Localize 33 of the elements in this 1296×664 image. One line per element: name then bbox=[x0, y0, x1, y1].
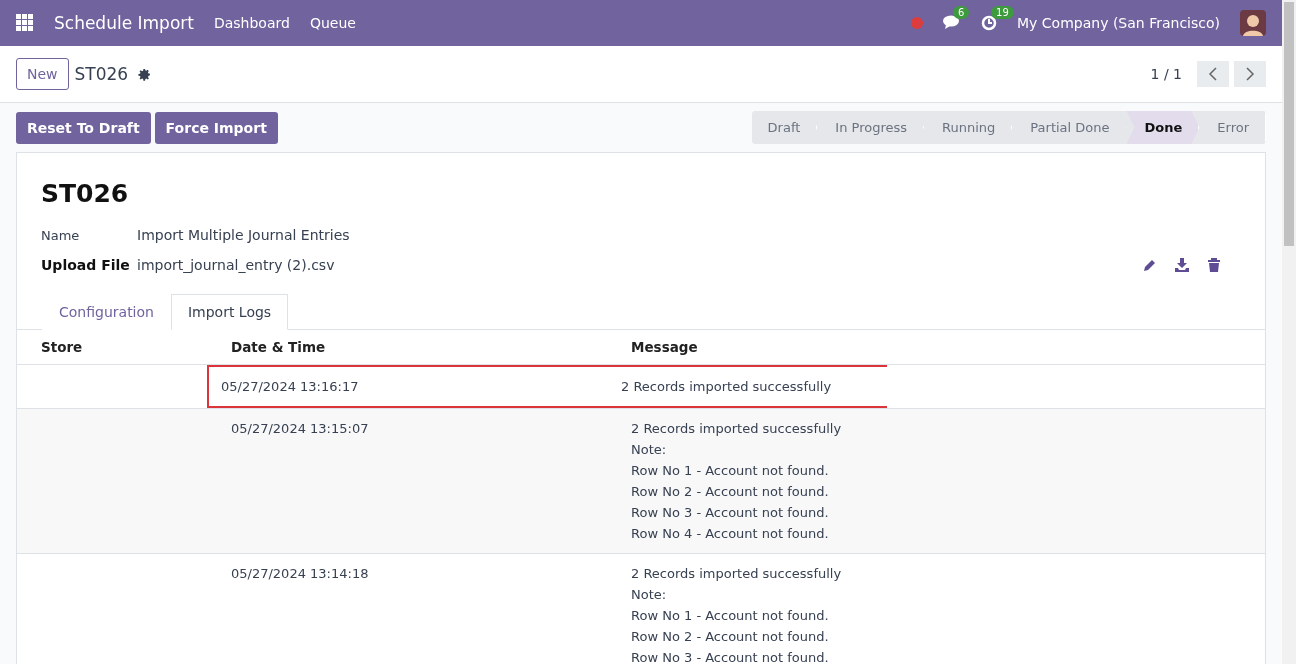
nav-menu-item[interactable]: Queue bbox=[309, 15, 356, 31]
tab[interactable]: Import Logs bbox=[170, 294, 289, 330]
field-label: Name bbox=[41, 227, 81, 243]
record-title: ST026 bbox=[40, 178, 130, 210]
field-value[interactable]: import_journal_entry (2).csv bbox=[137, 257, 335, 273]
date-time-cell: 05/27/2024 13:15:07 bbox=[207, 409, 607, 554]
status-stage[interactable]: Done bbox=[1126, 111, 1200, 144]
chevron-left-icon bbox=[1208, 67, 1218, 81]
record-name: ST026 bbox=[74, 64, 129, 84]
company-name[interactable]: My Company (San Francisco) bbox=[1017, 15, 1220, 31]
chat-icon[interactable] bbox=[943, 15, 962, 31]
new-button[interactable]: New bbox=[16, 58, 69, 90]
edit-icon[interactable] bbox=[1143, 258, 1157, 272]
message-count-badge: 6 bbox=[953, 6, 970, 19]
field-value: Import Multiple Journal Entries bbox=[137, 227, 350, 243]
status-dot-icon bbox=[911, 17, 924, 29]
apps-menu-icon[interactable] bbox=[16, 14, 34, 32]
column-header: Date & Time bbox=[207, 330, 607, 365]
action-button[interactable]: Force Import bbox=[154, 111, 278, 144]
activity-count-badge: 19 bbox=[991, 6, 1014, 19]
action-button[interactable]: Reset To Draft bbox=[16, 111, 151, 144]
chevron-right-icon bbox=[1245, 67, 1255, 81]
message-cell: 2 Records imported successfully Note: Row No 1 - Account not found. Row No 2 - Account not found. Row No 3 - Account not found. Row No 4 - Account not found. bbox=[607, 409, 1265, 554]
app-title: Schedule Import bbox=[54, 13, 194, 33]
settings-icon[interactable] bbox=[138, 67, 152, 81]
clock-icon[interactable] bbox=[981, 15, 998, 31]
field-label: Upload File bbox=[41, 257, 131, 273]
avatar-icon[interactable] bbox=[1240, 10, 1266, 36]
download-icon[interactable] bbox=[1175, 258, 1189, 272]
pager-value: 1 / 1 bbox=[1150, 66, 1182, 82]
status-stage[interactable]: Draft bbox=[751, 111, 818, 144]
delete-icon[interactable] bbox=[1207, 258, 1221, 272]
nav-menu-item[interactable]: Dashboard bbox=[213, 15, 290, 31]
